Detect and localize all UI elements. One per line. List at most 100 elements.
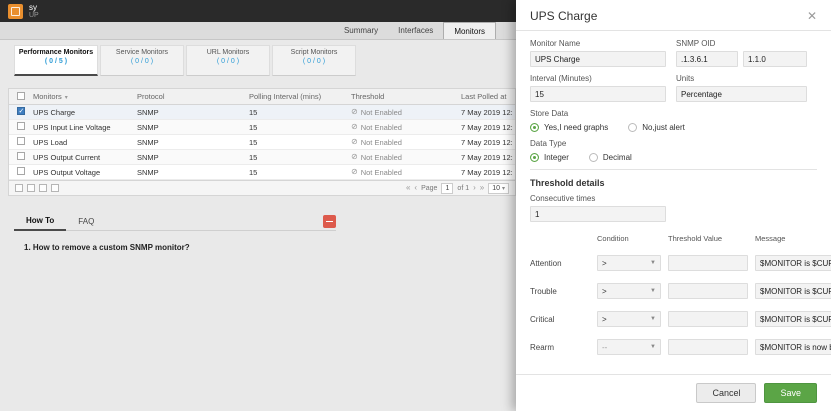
rearm-value-input[interactable] (668, 339, 748, 355)
data-type-decimal-option[interactable]: Decimal (588, 153, 632, 162)
monitor-name[interactable]: UPS Input Line Voltage (33, 123, 137, 132)
units-label: Units (676, 74, 695, 83)
help-section: How To FAQ 1. How to remove a custom SNM… (14, 212, 336, 252)
critical-value-input[interactable] (668, 311, 748, 327)
store-data-yes-option[interactable]: Yes,I need graphs (530, 123, 608, 132)
table-row[interactable]: UPS Load SNMP 15 ⊘ Not Enabled 7 May 2019… (9, 135, 515, 150)
monitor-edit-panel: UPS Charge ✕ Monitor Name SNMP OID (516, 0, 831, 411)
panel-header: UPS Charge ✕ (516, 0, 831, 31)
attention-condition-select[interactable]: > ▼ (597, 255, 661, 271)
monitor-name[interactable]: UPS Output Voltage (33, 168, 137, 177)
consecutive-times-label: Consecutive times (530, 194, 596, 203)
trouble-condition-select[interactable]: > ▼ (597, 283, 661, 299)
tab-performance-monitors[interactable]: Performance Monitors ( 0 / 5 ) (14, 45, 98, 76)
table-row[interactable]: UPS Output Current SNMP 15 ⊘ Not Enabled … (9, 150, 515, 165)
tab-url-monitors[interactable]: URL Monitors ( 0 / 0 ) (186, 45, 270, 76)
form-row-2: Interval (Minutes) Units (530, 74, 817, 102)
rearm-condition-select[interactable]: -- ▼ (597, 339, 661, 355)
units-field[interactable] (676, 86, 807, 102)
interval-field[interactable] (530, 86, 666, 102)
table-row[interactable]: UPS Input Line Voltage SNMP 15 ⊘ Not Enab… (9, 120, 515, 135)
tab-monitors[interactable]: Monitors (443, 22, 496, 39)
snmp-oid-field-2[interactable] (743, 51, 807, 67)
row-checkbox[interactable] (17, 152, 25, 160)
save-button[interactable]: Save (764, 383, 817, 403)
data-type-integer-option[interactable]: Integer (530, 153, 569, 162)
attention-message-input[interactable] (755, 255, 831, 271)
col-polling-interval: Polling Interval (mins) (249, 92, 322, 101)
table-tool-icon-1[interactable] (15, 184, 23, 192)
col-monitors[interactable]: Monitors ▾ (33, 92, 137, 101)
page-number-input[interactable]: 1 (441, 182, 454, 194)
interval-label: Interval (Minutes) (530, 74, 592, 83)
help-question[interactable]: 1. How to remove a custom SNMP monitor? (24, 243, 336, 252)
row-checkbox[interactable] (17, 167, 25, 175)
device-nav-tabs: Summary Interfaces Monitors (0, 22, 516, 40)
table-tool-icon-2[interactable] (27, 184, 35, 192)
row-checkbox[interactable] (17, 122, 25, 130)
last-polled-cell: 7 May 2019 12: (461, 152, 513, 162)
first-page-icon[interactable]: « (406, 184, 410, 192)
tab-script-monitors[interactable]: Script Monitors ( 0 / 0 ) (272, 45, 356, 76)
not-enabled-icon: ⊘ (351, 122, 358, 131)
monitor-name[interactable]: UPS Output Current (33, 153, 137, 162)
prev-page-icon[interactable]: ‹ (414, 184, 417, 192)
table-row[interactable]: UPS Charge SNMP 15 ⊘Not Enabled 7 May 20… (9, 105, 515, 120)
close-icon[interactable]: ✕ (807, 10, 817, 22)
monitor-name[interactable]: UPS Load (33, 138, 137, 147)
table-row[interactable]: UPS Output Voltage SNMP 15 ⊘ Not Enabled … (9, 165, 515, 180)
radio-unselected-icon[interactable] (628, 123, 638, 132)
tab-faq[interactable]: FAQ (66, 213, 106, 230)
attention-value-input[interactable] (668, 255, 748, 271)
protocol-cell: SNMP (137, 137, 159, 147)
radio-selected-icon[interactable] (530, 153, 539, 162)
next-page-icon[interactable]: › (473, 184, 476, 192)
pagination: « ‹ Page 1 of 1 › » 10 ▾ (406, 182, 509, 194)
critical-condition-select[interactable]: > ▼ (597, 311, 661, 327)
tab-interfaces[interactable]: Interfaces (388, 22, 443, 39)
interval-cell: 15 (249, 137, 258, 147)
sort-icon[interactable]: ▾ (65, 95, 68, 101)
store-data-no-option[interactable]: No,just alert (628, 123, 685, 132)
not-enabled-icon: ⊘ (351, 137, 358, 146)
consecutive-times-field[interactable] (530, 206, 666, 222)
tab-service-monitors[interactable]: Service Monitors ( 0 / 0 ) (100, 45, 184, 76)
monitor-name-field[interactable] (530, 51, 666, 67)
interval-cell: 15 (249, 122, 258, 132)
col-protocol: Protocol (137, 92, 165, 101)
tab-how-to[interactable]: How To (14, 212, 67, 231)
form-row-1: Monitor Name SNMP OID (530, 39, 817, 67)
table-footer: « ‹ Page 1 of 1 › » 10 ▾ (8, 180, 516, 196)
panel-footer: Cancel Save (516, 374, 831, 411)
trouble-value-input[interactable] (668, 283, 748, 299)
snmp-oid-field-1[interactable] (676, 51, 738, 67)
row-checkbox[interactable] (17, 137, 25, 145)
monitor-type-tabs: Performance Monitors ( 0 / 5 ) Service M… (0, 40, 516, 76)
page-size-select[interactable]: 10 ▾ (488, 182, 509, 194)
trouble-message-input[interactable] (755, 283, 831, 299)
cancel-button[interactable]: Cancel (696, 383, 757, 403)
radio-selected-icon[interactable] (530, 123, 539, 132)
page-label: Page (421, 184, 438, 192)
help-feedback-button[interactable] (323, 215, 336, 228)
critical-message-input[interactable] (755, 311, 831, 327)
critical-row-label: Critical (530, 314, 555, 324)
row-checkbox[interactable] (17, 107, 25, 115)
table-tool-icon-4[interactable] (51, 184, 59, 192)
app-root: sy UP Summary Interfaces Monitors Perfor… (0, 0, 831, 411)
threshold-details-heading: Threshold details (530, 178, 605, 188)
radio-unselected-icon[interactable] (588, 153, 598, 162)
table-tool-icon-3[interactable] (39, 184, 47, 192)
table-header-row: Monitors ▾ Protocol Polling Interval (min… (9, 89, 515, 105)
threshold-cell: Not Enabled (360, 167, 402, 177)
threshold-cell: Not Enabled (360, 107, 402, 117)
tab-label: Service Monitors (115, 49, 169, 56)
last-page-icon[interactable]: » (480, 184, 484, 192)
data-type-options: Integer Decimal (530, 153, 817, 162)
rearm-message-input[interactable] (755, 339, 831, 355)
table-toolbar (15, 184, 59, 192)
select-all-checkbox[interactable] (17, 91, 25, 100)
tab-summary[interactable]: Summary (334, 22, 388, 39)
monitor-name[interactable]: UPS Charge (33, 108, 137, 117)
monitor-name-label: Monitor Name (530, 39, 581, 48)
